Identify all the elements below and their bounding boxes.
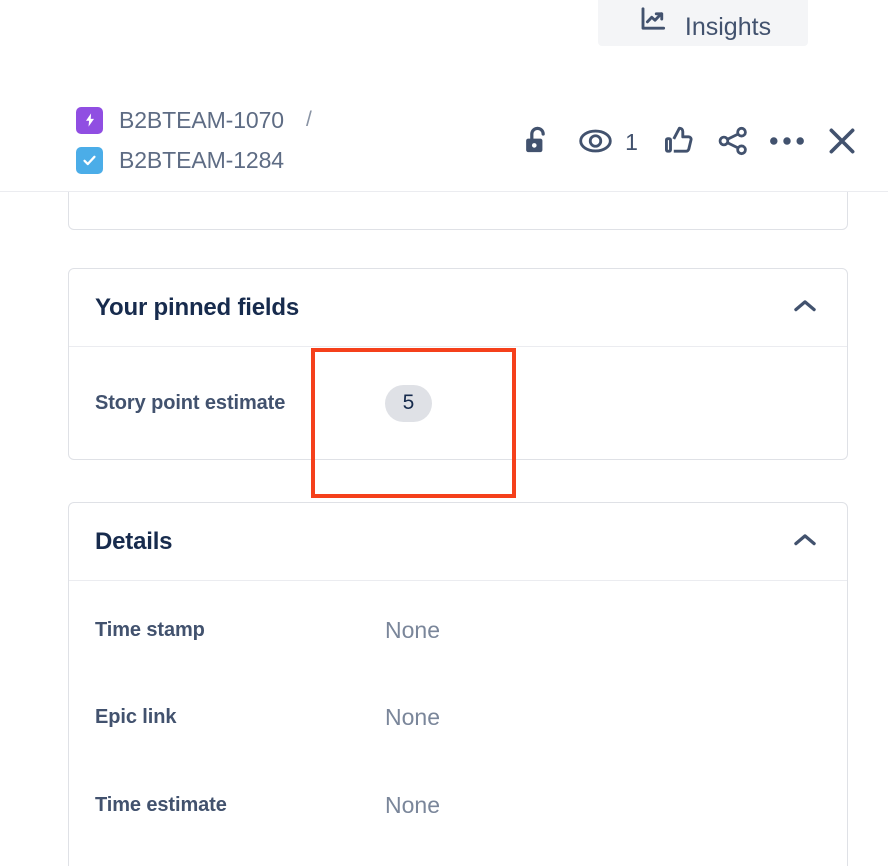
details-title: Details [95, 527, 173, 555]
unlock-icon [522, 124, 553, 161]
watch-eye-icon [578, 128, 613, 157]
breadcrumb-item-issue[interactable]: B2BTEAM-1284 [76, 144, 312, 176]
pinned-fields-card: Your pinned fields Story point estimate … [68, 268, 848, 460]
time-estimate-value[interactable]: None [385, 792, 440, 819]
breadcrumb-epic-key: B2BTEAM-1070 [119, 106, 284, 133]
like-button[interactable] [652, 116, 706, 168]
pinned-fields-body: Story point estimate 5 [69, 347, 847, 459]
insights-bar: Insights [0, 0, 888, 46]
watch-button[interactable]: 1 [564, 116, 652, 168]
thumbs-up-icon [663, 124, 695, 161]
more-options-icon [769, 134, 805, 151]
field-row-time-estimate: Time estimate None [69, 761, 847, 849]
details-body: Time stamp None Epic link None Time esti… [69, 581, 847, 849]
clipped-card-above [68, 192, 848, 230]
watch-count: 1 [625, 128, 638, 155]
more-options-button[interactable] [760, 116, 814, 168]
unlock-button[interactable] [510, 116, 564, 168]
time-estimate-label: Time estimate [95, 793, 227, 816]
epic-link-value[interactable]: None [385, 704, 440, 731]
story-point-estimate-value[interactable]: 5 [385, 384, 432, 422]
task-check-icon [76, 146, 103, 174]
details-collapse-button[interactable] [788, 525, 822, 559]
pinned-fields-header[interactable]: Your pinned fields [69, 269, 847, 347]
details-card: Details Time stamp None Epic link None T… [68, 502, 848, 866]
time-stamp-value[interactable]: None [385, 617, 440, 644]
field-row-epic-link: Epic link None [69, 673, 847, 761]
chart-line-icon [635, 5, 671, 40]
field-row-story-point-estimate: Story point estimate 5 [69, 347, 847, 459]
pinned-fields-collapse-button[interactable] [788, 291, 822, 325]
share-button[interactable] [706, 116, 760, 168]
close-button[interactable] [814, 116, 870, 168]
chevron-up-icon [793, 532, 817, 551]
details-header[interactable]: Details [69, 503, 847, 581]
pinned-fields-title: Your pinned fields [95, 293, 299, 321]
field-row-time-stamp: Time stamp None [69, 581, 847, 673]
breadcrumb-separator: / [306, 108, 312, 131]
time-stamp-label: Time stamp [95, 618, 205, 641]
close-icon [825, 124, 859, 161]
chevron-up-icon [793, 298, 817, 317]
header-actions: 1 [510, 116, 870, 168]
breadcrumb-item-epic[interactable]: B2BTEAM-1070 / [76, 104, 312, 136]
breadcrumb: B2BTEAM-1070 / B2BTEAM-1284 [76, 104, 312, 176]
epic-bolt-icon [76, 106, 103, 134]
share-icon [716, 125, 750, 160]
issue-detail-content: Your pinned fields Story point estimate … [0, 192, 888, 866]
story-point-estimate-label: Story point estimate [95, 391, 286, 414]
insights-button-label: Insights [684, 13, 772, 41]
breadcrumb-issue-key: B2BTEAM-1284 [119, 146, 284, 173]
insights-button[interactable]: Insights [598, 0, 808, 46]
issue-header: B2BTEAM-1070 / B2BTEAM-1284 1 [0, 92, 888, 192]
epic-link-label: Epic link [95, 705, 177, 728]
